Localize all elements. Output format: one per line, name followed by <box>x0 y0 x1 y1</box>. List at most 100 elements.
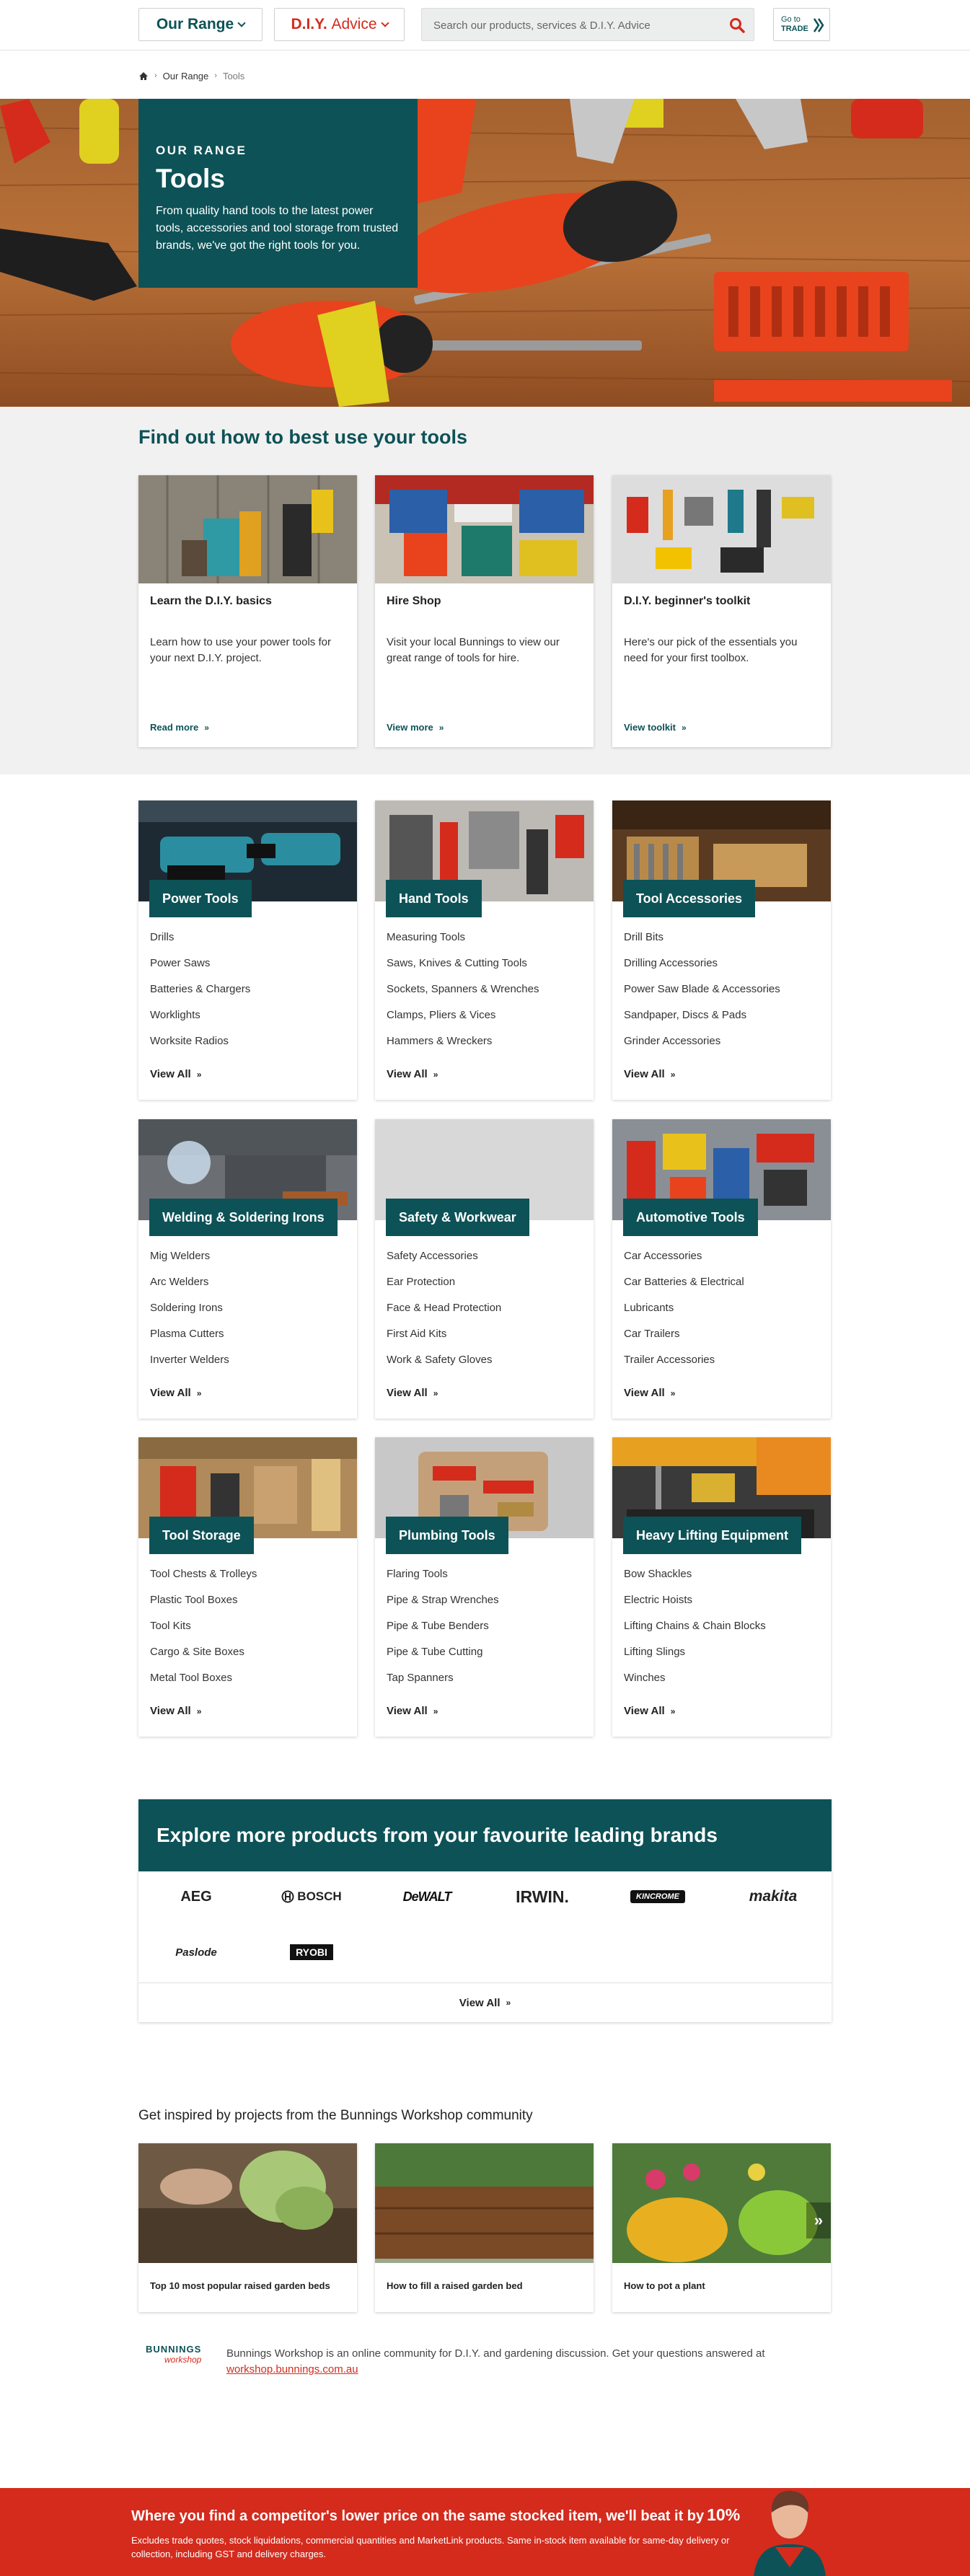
category-link[interactable]: Face & Head Protection <box>387 1302 501 1328</box>
category-link[interactable]: Worksite Radios <box>150 1035 250 1061</box>
category-card-automotive[interactable]: Automotive Tools Car Accessories Car Bat… <box>612 1119 831 1419</box>
our-range-button[interactable]: Our Range <box>138 8 263 41</box>
view-all-link[interactable]: View All» <box>150 1705 201 1717</box>
category-link[interactable]: Bow Shackles <box>624 1568 766 1594</box>
workshop-link[interactable]: workshop.bunnings.com.au <box>226 2363 358 2376</box>
category-link[interactable]: Mig Welders <box>150 1250 229 1276</box>
category-link[interactable]: Grinder Accessories <box>624 1035 780 1061</box>
view-all-link[interactable]: View All» <box>624 1387 675 1399</box>
category-link[interactable]: Lifting Chains & Chain Blocks <box>624 1620 766 1646</box>
category-card-hand-tools[interactable]: Hand Tools Measuring Tools Saws, Knives … <box>375 800 594 1100</box>
category-label: Welding & Soldering Irons <box>149 1199 338 1236</box>
breadcrumb-our-range[interactable]: Our Range <box>163 71 209 81</box>
brands-view-all-link[interactable]: View All» <box>138 1982 832 2022</box>
category-link[interactable]: Sandpaper, Discs & Pads <box>624 1009 780 1035</box>
learn-card-link[interactable]: View more» <box>387 722 444 733</box>
category-link[interactable]: Drilling Accessories <box>624 957 780 983</box>
go-to-trade-button[interactable]: Go to TRADE <box>773 8 830 41</box>
search-icon[interactable] <box>729 17 745 33</box>
category-link[interactable]: Car Accessories <box>624 1250 744 1276</box>
category-link[interactable]: Safety Accessories <box>387 1250 501 1276</box>
category-link[interactable]: Plasma Cutters <box>150 1328 229 1354</box>
category-card-power-tools[interactable]: Power Tools Drills Power Saws Batteries … <box>138 800 357 1100</box>
logo-line1: BUNNINGS <box>146 2344 202 2355</box>
category-label: Power Tools <box>149 880 252 917</box>
learn-card[interactable]: Hire Shop Visit your local Bunnings to v… <box>375 475 594 747</box>
category-link[interactable]: Lubricants <box>624 1302 744 1328</box>
category-link[interactable]: Worklights <box>150 1009 250 1035</box>
category-link[interactable]: Lifting Slings <box>624 1646 766 1672</box>
category-card-plumbing[interactable]: Plumbing Tools Flaring Tools Pipe & Stra… <box>375 1437 594 1737</box>
category-card-tool-accessories[interactable]: Tool Accessories Drill Bits Drilling Acc… <box>612 800 831 1100</box>
view-all-link[interactable]: View All» <box>624 1705 675 1717</box>
category-card-tool-storage[interactable]: Tool Storage Tool Chests & Trolleys Plas… <box>138 1437 357 1737</box>
category-link[interactable]: Trailer Accessories <box>624 1354 744 1380</box>
category-link[interactable]: Flaring Tools <box>387 1568 499 1594</box>
brand-logo-ryobi[interactable]: RYOBI <box>261 1941 362 1963</box>
workshop-card[interactable]: » How to pot a plant <box>612 2143 831 2312</box>
category-link[interactable]: Soldering Irons <box>150 1302 229 1328</box>
category-link[interactable]: Work & Safety Gloves <box>387 1354 501 1380</box>
home-icon[interactable] <box>138 71 149 81</box>
double-chevron-right-icon: » <box>196 1388 202 1398</box>
brand-logo-aeg[interactable]: AEG <box>146 1886 247 1907</box>
trade-line1: Go to <box>781 15 801 24</box>
category-link[interactable]: Metal Tool Boxes <box>150 1672 257 1698</box>
view-all-link[interactable]: View All» <box>387 1387 438 1399</box>
category-link[interactable]: Pipe & Strap Wrenches <box>387 1594 499 1620</box>
category-link[interactable]: Measuring Tools <box>387 931 539 957</box>
category-link[interactable]: Inverter Welders <box>150 1354 229 1380</box>
category-link[interactable]: Drill Bits <box>624 931 780 957</box>
learn-card-image <box>138 475 357 583</box>
hero-eyebrow: OUR RANGE <box>156 144 247 157</box>
category-link[interactable]: Saws, Knives & Cutting Tools <box>387 957 539 983</box>
category-link[interactable]: Batteries & Chargers <box>150 983 250 1009</box>
learn-card[interactable]: Learn the D.I.Y. basics Learn how to use… <box>138 475 357 747</box>
category-link[interactable]: Tool Kits <box>150 1620 257 1646</box>
category-link[interactable]: Plastic Tool Boxes <box>150 1594 257 1620</box>
bunnings-workshop-logo[interactable]: BUNNINGS workshop <box>146 2344 218 2376</box>
view-all-link[interactable]: View All» <box>150 1387 201 1399</box>
category-link[interactable]: Power Saw Blade & Accessories <box>624 983 780 1009</box>
brand-logo-dewalt[interactable]: DeWALT <box>376 1886 477 1907</box>
category-link[interactable]: Clamps, Pliers & Vices <box>387 1009 539 1035</box>
brand-logo-paslode[interactable]: Paslode <box>146 1941 247 1963</box>
category-link[interactable]: Pipe & Tube Benders <box>387 1620 499 1646</box>
diy-advice-button[interactable]: D.I.Y. Advice <box>274 8 405 41</box>
category-link[interactable]: Hammers & Wreckers <box>387 1035 539 1061</box>
category-link[interactable]: Drills <box>150 931 250 957</box>
category-card-welding[interactable]: Welding & Soldering Irons Mig Welders Ar… <box>138 1119 357 1419</box>
learn-card-link[interactable]: View toolkit» <box>624 722 687 733</box>
category-link[interactable]: Cargo & Site Boxes <box>150 1646 257 1672</box>
search-input[interactable] <box>433 16 715 35</box>
learn-card[interactable]: D.I.Y. beginner's toolkit Here's our pic… <box>612 475 831 747</box>
carousel-next-button[interactable]: » <box>806 2202 831 2238</box>
workshop-card-image <box>612 2143 831 2263</box>
category-link[interactable]: Sockets, Spanners & Wrenches <box>387 983 539 1009</box>
category-card-heavy-lifting[interactable]: Heavy Lifting Equipment Bow Shackles Ele… <box>612 1437 831 1737</box>
category-link[interactable]: Pipe & Tube Cutting <box>387 1646 499 1672</box>
brand-logo-kincrome[interactable]: KINCROME <box>607 1886 708 1907</box>
category-link[interactable]: Tap Spanners <box>387 1672 499 1698</box>
brand-logo-bosch[interactable]: BOSCH <box>261 1886 362 1907</box>
category-link[interactable]: Tool Chests & Trolleys <box>150 1568 257 1594</box>
view-all-link[interactable]: View All» <box>624 1068 675 1080</box>
view-all-link[interactable]: View All» <box>387 1705 438 1717</box>
workshop-card[interactable]: Top 10 most popular raised garden beds <box>138 2143 357 2312</box>
workshop-card-image <box>375 2143 594 2263</box>
view-all-link[interactable]: View All» <box>387 1068 438 1080</box>
brand-logo-irwin[interactable]: IRWIN. <box>492 1886 593 1907</box>
category-link[interactable]: Electric Hoists <box>624 1594 766 1620</box>
category-link[interactable]: First Aid Kits <box>387 1328 501 1354</box>
learn-card-link[interactable]: Read more» <box>150 722 209 733</box>
brand-logo-makita[interactable]: makita <box>723 1886 824 1907</box>
view-all-link[interactable]: View All» <box>150 1068 201 1080</box>
category-link[interactable]: Car Trailers <box>624 1328 744 1354</box>
category-link[interactable]: Arc Welders <box>150 1276 229 1302</box>
category-link[interactable]: Winches <box>624 1672 766 1698</box>
category-link[interactable]: Ear Protection <box>387 1276 501 1302</box>
category-link[interactable]: Car Batteries & Electrical <box>624 1276 744 1302</box>
category-card-safety[interactable]: Safety & Workwear Safety Accessories Ear… <box>375 1119 594 1419</box>
category-link[interactable]: Power Saws <box>150 957 250 983</box>
workshop-card[interactable]: How to fill a raised garden bed <box>375 2143 594 2312</box>
